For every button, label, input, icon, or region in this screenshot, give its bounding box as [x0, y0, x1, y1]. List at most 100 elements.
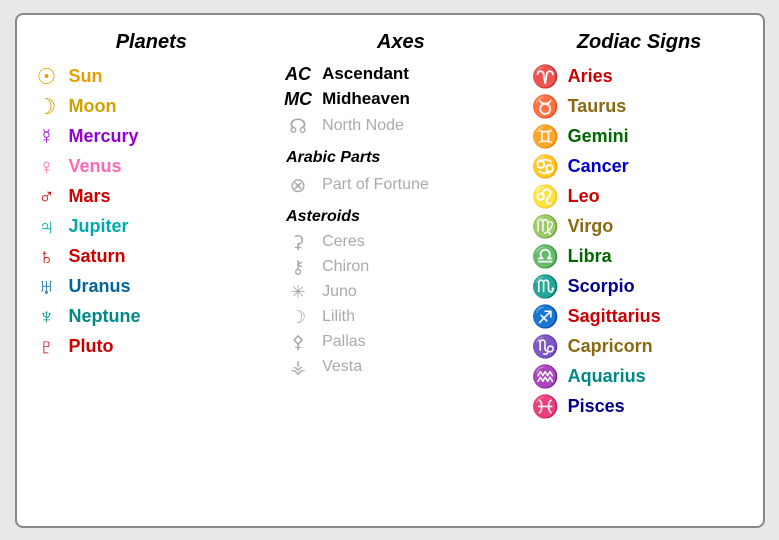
planet-row: ♄ Saturn — [27, 242, 277, 272]
planet-symbol: ♆ — [31, 304, 63, 330]
asteroid-row: ⚷ Chiron — [276, 255, 526, 280]
arabic-part-row: ⊗ Part of Fortune — [276, 171, 526, 200]
zodiac-label: Taurus — [568, 96, 627, 117]
zodiac-symbol: ♌ — [530, 184, 562, 210]
axis-row: MC Midheaven — [276, 87, 526, 112]
zodiac-symbol: ♊ — [530, 124, 562, 150]
zodiac-label: Scorpio — [568, 276, 635, 297]
zodiac-symbol: ♍ — [530, 214, 562, 240]
zodiac-symbol: ♑ — [530, 334, 562, 360]
asteroid-row: ⚳ Ceres — [276, 230, 526, 255]
zodiac-row: ♍ Virgo — [526, 212, 753, 242]
asteroid-label: Vesta — [322, 358, 362, 376]
zodiac-column: Zodiac Signs ♈ Aries ♉ Taurus ♊ Gemini ♋… — [526, 31, 753, 516]
zodiac-symbol: ♎ — [530, 244, 562, 270]
planet-row: ♅ Uranus — [27, 272, 277, 302]
zodiac-symbol: ♉ — [530, 94, 562, 120]
planet-symbol: ☉ — [31, 64, 63, 90]
zodiac-row: ♎ Libra — [526, 242, 753, 272]
zodiac-label: Aries — [568, 66, 613, 87]
planet-row: ♆ Neptune — [27, 302, 277, 332]
axis-row: ☊ North Node — [276, 112, 526, 141]
planet-label: Jupiter — [69, 216, 129, 237]
zodiac-label: Aquarius — [568, 366, 646, 387]
zodiac-symbol: ♒ — [530, 364, 562, 390]
asteroid-label: Chiron — [322, 258, 369, 276]
planet-symbol: ♅ — [31, 274, 63, 300]
planet-symbol: ☽ — [31, 94, 63, 120]
asteroid-label: Lilith — [322, 308, 355, 326]
asteroid-symbol: ⚶ — [280, 357, 316, 378]
planet-row: ☉ Sun — [27, 62, 277, 92]
zodiac-label: Leo — [568, 186, 600, 207]
asteroid-symbol: ⚴ — [280, 332, 316, 353]
planet-label: Mercury — [69, 126, 139, 147]
asteroid-symbol: ☽ — [280, 307, 316, 328]
planet-label: Venus — [69, 156, 122, 177]
planet-label: Mars — [69, 186, 111, 207]
main-card: Planets ☉ Sun ☽ Moon ☿ Mercury ♀ Venus ♂… — [15, 13, 765, 528]
asteroid-label: Pallas — [322, 333, 366, 351]
zodiac-label: Sagittarius — [568, 306, 661, 327]
axis-symbol: AC — [280, 64, 316, 85]
zodiac-row: ♏ Scorpio — [526, 272, 753, 302]
planet-label: Pluto — [69, 336, 114, 357]
arabic-parts-header: Arabic Parts — [286, 149, 526, 167]
planet-symbol: ♃ — [31, 214, 63, 240]
zodiac-row: ♉ Taurus — [526, 92, 753, 122]
asteroid-row: ⚴ Pallas — [276, 330, 526, 355]
planet-row: ♂ Mars — [27, 182, 277, 212]
zodiac-row: ♓ Pisces — [526, 392, 753, 422]
planet-symbol: ☿ — [31, 124, 63, 150]
arabic-symbol: ⊗ — [280, 173, 316, 198]
planet-label: Saturn — [69, 246, 126, 267]
zodiac-row: ♐ Sagittarius — [526, 302, 753, 332]
axis-label: North Node — [322, 117, 404, 135]
planet-label: Neptune — [69, 306, 141, 327]
planets-header: Planets — [27, 31, 277, 54]
asteroid-label: Ceres — [322, 233, 365, 251]
planet-row: ♀ Venus — [27, 152, 277, 182]
asteroid-row: ☽ Lilith — [276, 305, 526, 330]
zodiac-label: Virgo — [568, 216, 614, 237]
planet-label: Uranus — [69, 276, 131, 297]
zodiac-header: Zodiac Signs — [526, 31, 753, 54]
planet-row: ☽ Moon — [27, 92, 277, 122]
zodiac-label: Capricorn — [568, 336, 653, 357]
zodiac-row: ♒ Aquarius — [526, 362, 753, 392]
axis-symbol: ☊ — [280, 114, 316, 139]
planet-symbol: ♇ — [31, 334, 63, 360]
planet-symbol: ♀ — [31, 154, 63, 180]
planets-column: Planets ☉ Sun ☽ Moon ☿ Mercury ♀ Venus ♂… — [27, 31, 277, 516]
arabic-label: Part of Fortune — [322, 176, 429, 194]
asteroid-symbol: ⚳ — [280, 232, 316, 253]
planet-row: ♃ Jupiter — [27, 212, 277, 242]
axis-row: AC Ascendant — [276, 62, 526, 87]
zodiac-label: Libra — [568, 246, 612, 267]
asteroid-symbol: ⚷ — [280, 257, 316, 278]
axis-label: Ascendant — [322, 64, 409, 84]
zodiac-symbol: ♋ — [530, 154, 562, 180]
asteroids-header: Asteroids — [286, 208, 526, 226]
planet-row: ☿ Mercury — [27, 122, 277, 152]
asteroid-symbol: ✳ — [280, 282, 316, 303]
zodiac-symbol: ♏ — [530, 274, 562, 300]
zodiac-symbol: ♓ — [530, 394, 562, 420]
planet-symbol: ♂ — [31, 184, 63, 210]
zodiac-row: ♌ Leo — [526, 182, 753, 212]
zodiac-row: ♊ Gemini — [526, 122, 753, 152]
zodiac-row: ♈ Aries — [526, 62, 753, 92]
planet-label: Sun — [69, 66, 103, 87]
axis-symbol: MC — [280, 89, 316, 110]
planet-label: Moon — [69, 96, 117, 117]
axes-header: Axes — [276, 31, 526, 54]
zodiac-label: Gemini — [568, 126, 629, 147]
planet-symbol: ♄ — [31, 244, 63, 270]
asteroid-label: Juno — [322, 283, 357, 301]
planet-row: ♇ Pluto — [27, 332, 277, 362]
zodiac-label: Pisces — [568, 396, 625, 417]
axis-label: Midheaven — [322, 89, 410, 109]
asteroid-row: ⚶ Vesta — [276, 355, 526, 380]
asteroid-row: ✳ Juno — [276, 280, 526, 305]
zodiac-row: ♋ Cancer — [526, 152, 753, 182]
